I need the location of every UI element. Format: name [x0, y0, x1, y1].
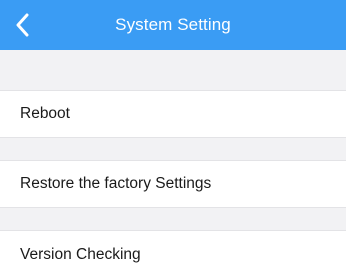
reboot-label: Reboot — [20, 105, 70, 122]
reboot-row[interactable]: Reboot — [0, 90, 346, 138]
section-spacer — [0, 138, 346, 160]
section-spacer — [0, 208, 346, 230]
page-title: System Setting — [115, 15, 231, 34]
restore-factory-settings-label: Restore the factory Settings — [20, 175, 212, 192]
chevron-left-icon — [16, 13, 29, 37]
restore-factory-settings-row[interactable]: Restore the factory Settings — [0, 160, 346, 208]
back-button[interactable] — [6, 4, 38, 46]
navigation-bar: System Setting — [0, 0, 346, 50]
version-checking-label: Version Checking — [20, 245, 141, 263]
section-spacer — [0, 50, 346, 90]
system-setting-screen: System Setting Reboot Restore the factor… — [0, 0, 346, 273]
version-checking-row[interactable]: Version Checking — [0, 230, 346, 273]
